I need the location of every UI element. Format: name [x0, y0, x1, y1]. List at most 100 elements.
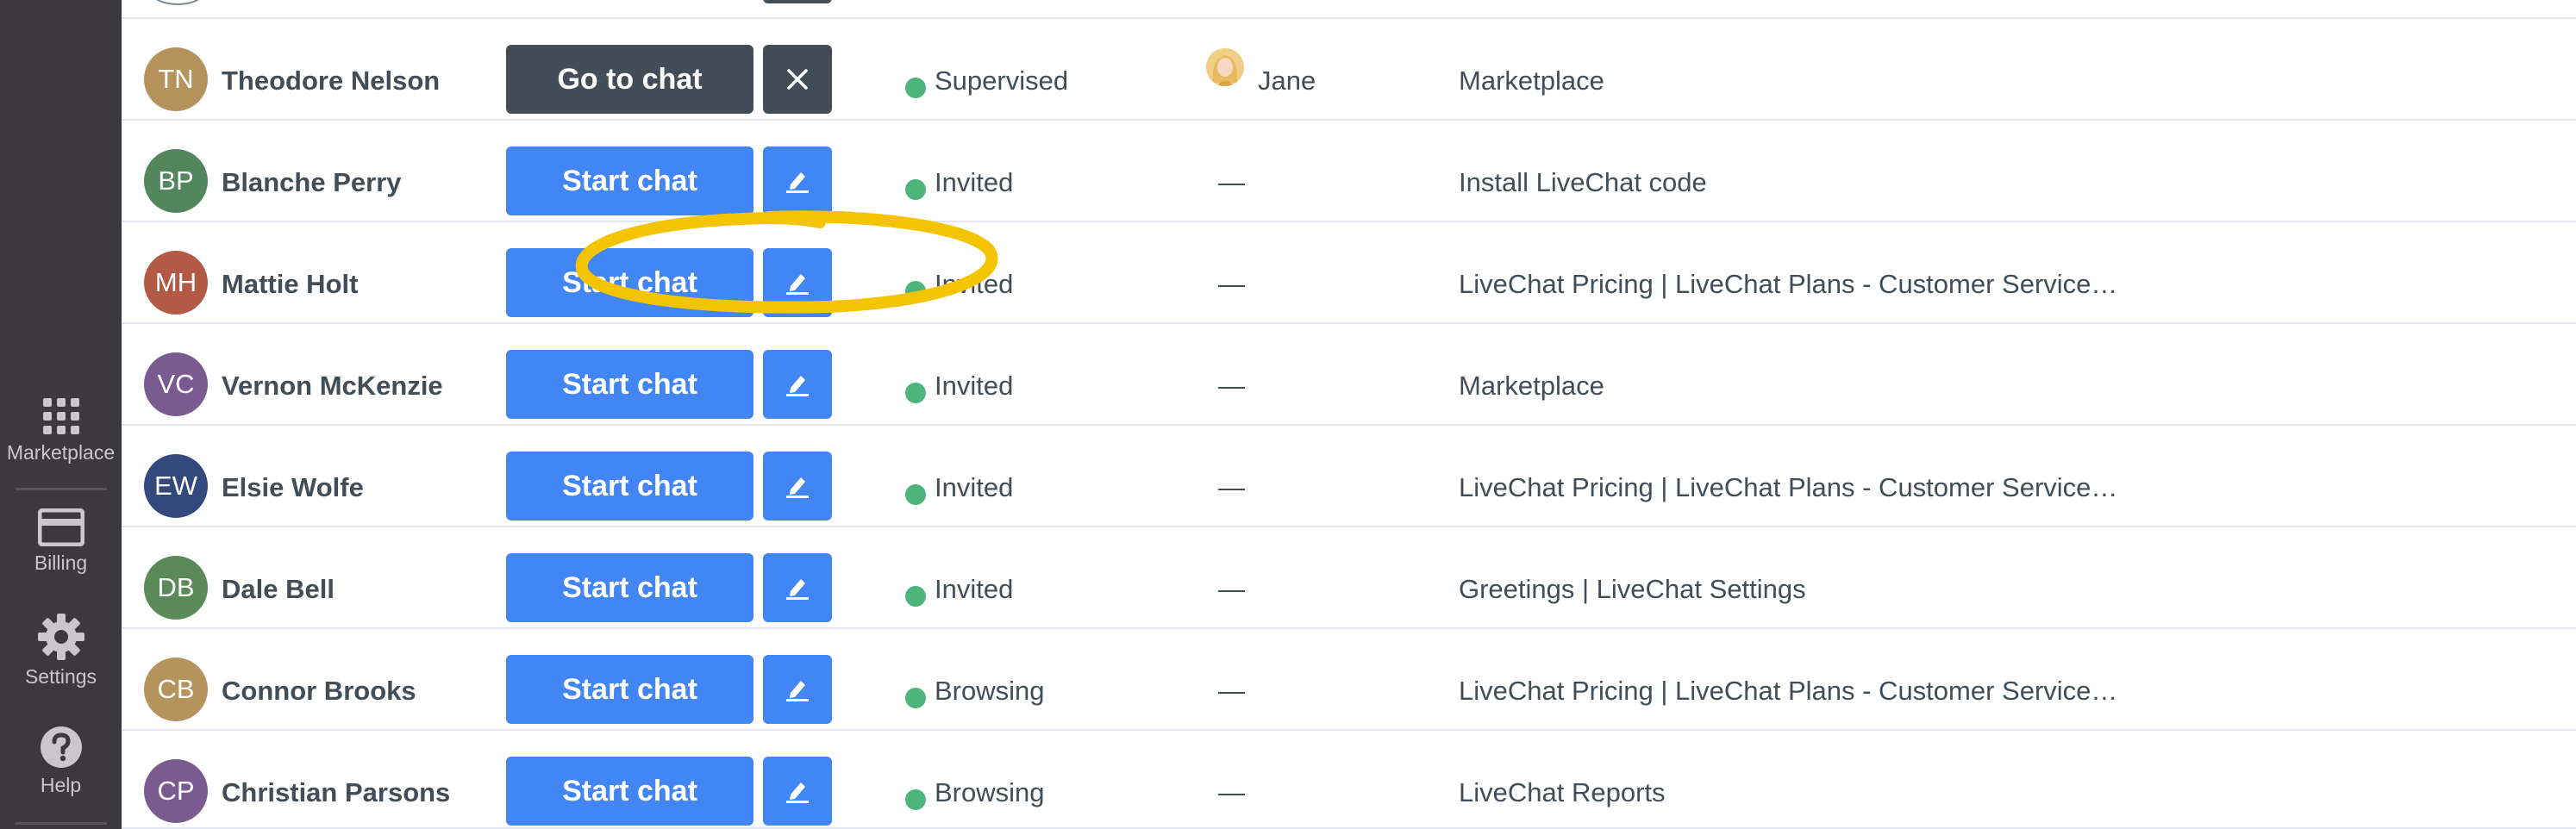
start-chat-button[interactable]: Start chat [506, 655, 753, 724]
table-row: TN Theodore Nelson Go to chat Supervised… [122, 17, 2576, 117]
avatar-initials: MH [154, 267, 197, 297]
customer-name: Christian Parsons [222, 777, 451, 807]
table-row: CP Christian Parsons Start chat Browsing… [122, 729, 2576, 829]
edit-button[interactable] [763, 146, 832, 215]
customer-name: Theodore Nelson [222, 65, 441, 96]
sidebar: Marketplace Billing Settings Help [0, 0, 122, 829]
gear-icon [37, 614, 84, 660]
avatar: VC [144, 352, 208, 416]
edit-icon [786, 477, 809, 498]
edit-icon [786, 782, 809, 803]
avatar: CP [144, 759, 208, 823]
current-page: Marketplace [1459, 371, 1604, 401]
sidebar-item-help[interactable]: Help [0, 726, 122, 797]
sidebar-item-marketplace[interactable]: Marketplace [0, 396, 122, 464]
grid-icon [42, 398, 79, 434]
start-chat-button[interactable]: Start chat [506, 350, 753, 419]
status-dot [905, 179, 926, 200]
sidebar-item-settings[interactable]: Settings [0, 614, 122, 689]
customer-name: Mattie Holt [222, 269, 359, 299]
status-text: Browsing [935, 777, 1045, 807]
status-dot [905, 688, 926, 708]
sidebar-item-label: Help [40, 774, 82, 796]
avatar-initials: DB [157, 572, 195, 602]
agent-name: — [1218, 269, 1245, 299]
button-label: Start chat [562, 469, 697, 502]
customer-name: Elsie Wolfe [222, 472, 364, 502]
start-chat-button[interactable]: Start chat [506, 452, 753, 520]
customer-name: Dale Bell [222, 574, 335, 604]
current-page: LiveChat Pricing | LiveChat Plans - Cust… [1459, 269, 2118, 299]
sidebar-divider [16, 822, 107, 825]
edit-button[interactable] [763, 553, 832, 622]
avatar: TN [144, 47, 208, 111]
customer-name: Blanche Perry [222, 167, 402, 197]
agent-photo [1206, 48, 1244, 86]
sidebar-item-billing[interactable]: Billing [0, 508, 122, 575]
start-chat-button[interactable]: Start chat [506, 146, 753, 215]
button-label: Start chat [562, 570, 697, 604]
agent-name: — [1218, 574, 1245, 604]
start-chat-button[interactable]: Start chat [506, 553, 753, 622]
button-partial[interactable] [763, 0, 832, 3]
close-button[interactable] [763, 45, 832, 114]
table-row: DB Dale Bell Start chat Invited — Greeti… [122, 526, 2576, 626]
avatar-initials: VC [157, 369, 195, 399]
agent-name: — [1218, 472, 1245, 502]
edit-button[interactable] [763, 655, 832, 724]
agent-avatar [1206, 48, 1244, 86]
agent-name: — [1218, 371, 1245, 401]
credit-card-icon [37, 508, 84, 546]
edit-icon [786, 681, 809, 701]
status-dot [905, 484, 926, 505]
customer-name: Vernon McKenzie [222, 371, 443, 401]
status-text: Invited [935, 269, 1014, 299]
edit-button[interactable] [763, 452, 832, 520]
avatar-initials: EW [154, 471, 197, 501]
avatar-initials: CP [157, 776, 195, 806]
edit-button[interactable] [763, 248, 832, 317]
avatar-initials: BP [158, 165, 194, 196]
start-chat-button[interactable]: Start chat [506, 248, 753, 317]
table-row: CB Connor Brooks Start chat Browsing — L… [122, 627, 2576, 727]
sidebar-item-label: Billing [34, 552, 88, 574]
edit-icon [786, 274, 809, 295]
button-label: Start chat [562, 367, 697, 401]
edit-button[interactable] [763, 757, 832, 826]
edit-button[interactable] [763, 350, 832, 419]
sidebar-item-label: Marketplace [6, 441, 116, 464]
agent-name: — [1218, 167, 1245, 197]
button-label: Start chat [562, 265, 697, 299]
current-page: LiveChat Pricing | LiveChat Plans - Cust… [1459, 472, 2118, 502]
button-label: Start chat [562, 164, 697, 197]
edit-icon [786, 172, 809, 193]
status-dot [905, 281, 926, 302]
avatar: MH [144, 251, 208, 315]
help-icon [40, 726, 82, 768]
avatar: CB [144, 658, 208, 721]
avatar: BP [144, 149, 208, 213]
start-chat-button[interactable]: Start chat [506, 757, 753, 826]
status-dot [905, 78, 926, 98]
status-text: Invited [935, 472, 1014, 502]
avatar-initials: TN [158, 64, 194, 94]
sidebar-item-label: Settings [24, 665, 97, 688]
status-dot [905, 586, 926, 607]
table-row: MH Mattie Holt Start chat Invited — Live… [122, 221, 2576, 321]
avatar-partial [147, 0, 208, 5]
status-text: Browsing [935, 676, 1045, 706]
button-label: Start chat [562, 774, 697, 807]
table-row: BP Blanche Perry Start chat Invited — In… [122, 119, 2576, 219]
go-to-chat-button[interactable]: Go to chat [506, 45, 753, 114]
current-page: Install LiveChat code [1459, 167, 1707, 197]
status-dot [905, 789, 926, 810]
sidebar-divider [16, 488, 107, 490]
customer-list: TN Theodore Nelson Go to chat Supervised… [122, 0, 2576, 829]
agent-name: — [1218, 777, 1245, 807]
current-page: Greetings | LiveChat Settings [1459, 574, 1806, 604]
button-label: Go to chat [557, 62, 703, 96]
table-row: EW Elsie Wolfe Start chat Invited — Live… [122, 424, 2576, 524]
avatar-initials: CB [157, 674, 195, 704]
status-text: Invited [935, 371, 1014, 401]
edit-icon [786, 579, 809, 600]
